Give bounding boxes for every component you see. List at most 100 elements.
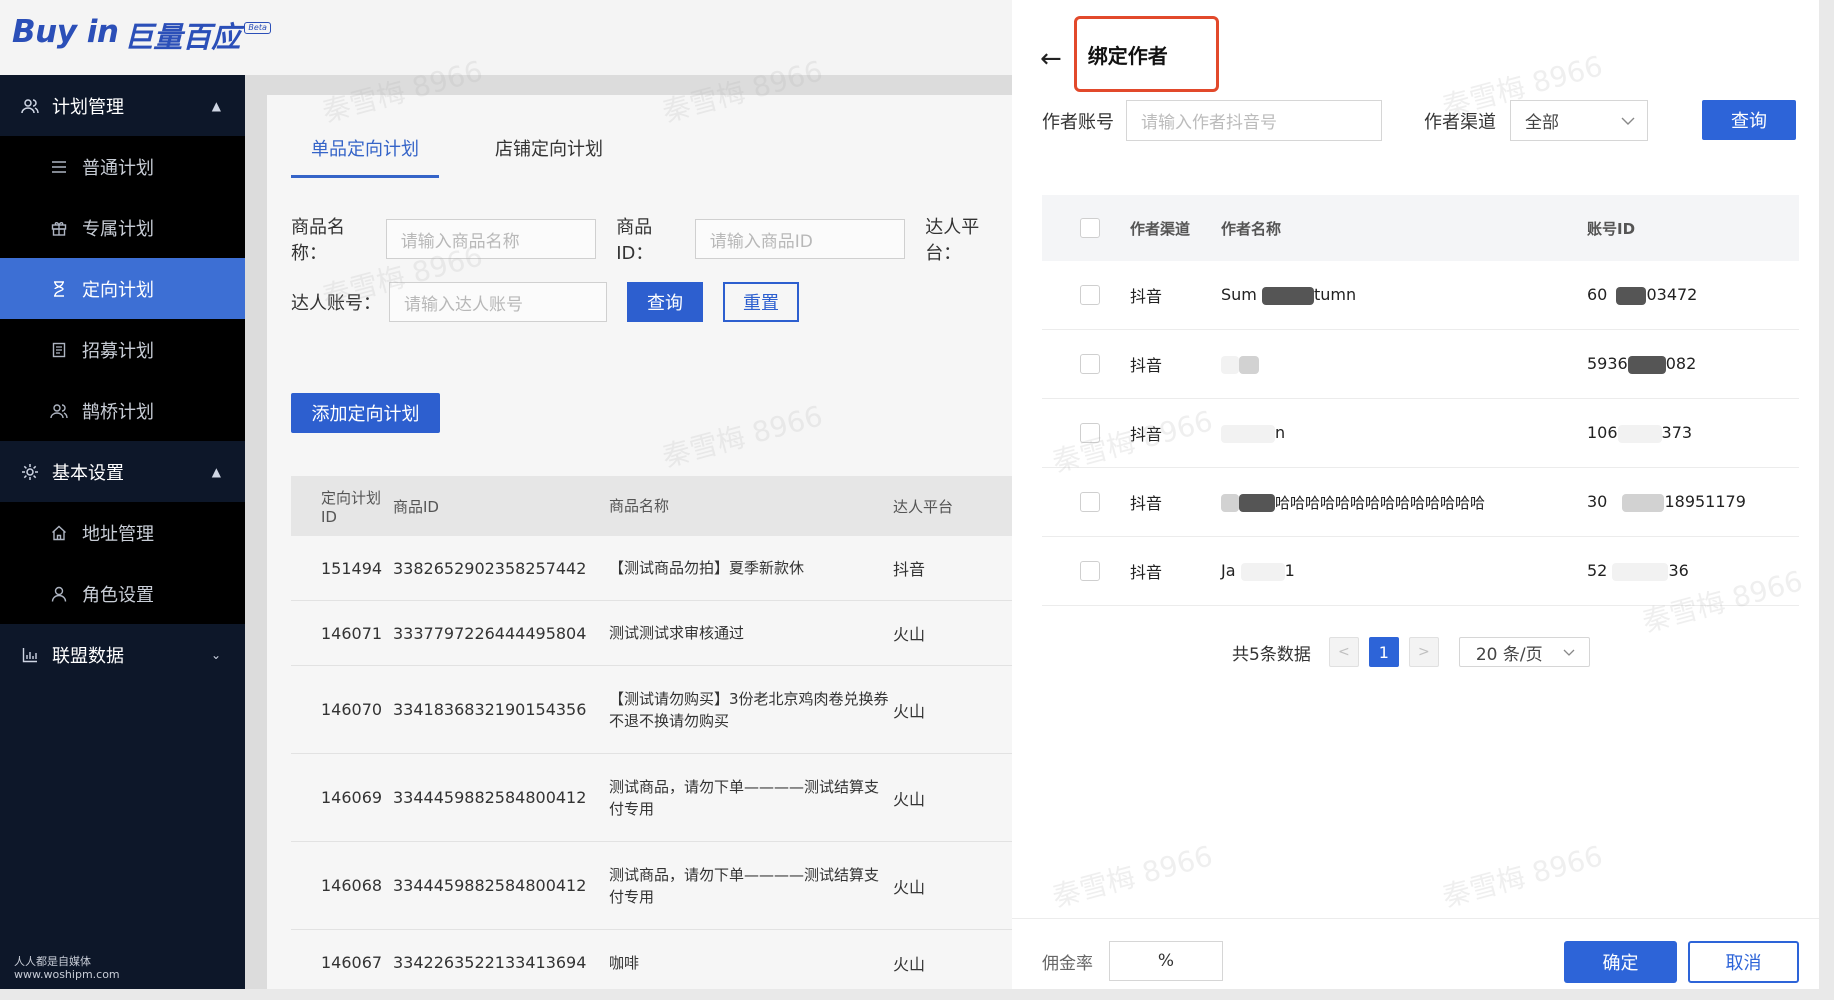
cell-author-name: 哈哈哈哈哈哈哈哈哈哈哈哈哈哈 <box>1221 492 1587 513</box>
table-row[interactable]: 146070 3341836832190154356 【测试请勿购买】3份老北京… <box>291 666 1012 754</box>
tab-store[interactable]: 店铺定向计划 <box>475 135 623 178</box>
sidebar: 计划管理 ▲ 普通计划 专属计划 定向计划 招募计划 鹊桥计划 基本设置 ▲ 地… <box>0 75 245 989</box>
author-query-button[interactable]: 查询 <box>1702 100 1796 140</box>
buyin-logo[interactable]: Buy in 巨量百应 Beta <box>12 14 271 56</box>
cell-product-id: 3382652902358257442 <box>393 558 587 578</box>
table-row[interactable]: 抖音 5936 082 <box>1042 330 1799 399</box>
commission-field: 佣金率 % <box>1042 941 1223 981</box>
select-all-checkbox[interactable] <box>1080 218 1100 238</box>
sidebar-item-bridge-plan[interactable]: 鹊桥计划 <box>0 380 245 441</box>
name-suffix: 哈哈哈哈哈哈哈哈哈哈哈哈哈哈 <box>1275 493 1486 512</box>
plan-table: 定向计划ID 商品ID 商品名称 达人平台 151494 33826529023… <box>291 476 1012 996</box>
product-name-label: 商品名称： <box>291 217 345 264</box>
author-account-input[interactable]: 请输入作者抖音号 <box>1126 100 1382 141</box>
redacted-blur <box>1617 424 1662 443</box>
hourglass-icon <box>50 280 68 298</box>
cell-account-id: 60 03472 <box>1587 285 1799 305</box>
cell-account-id: 106 373 <box>1587 423 1799 443</box>
redacted-blur <box>1239 494 1275 512</box>
logo-text-cn: 巨量百应 <box>124 20 241 54</box>
sidebar-item-label: 定向计划 <box>82 279 154 301</box>
sidebar-group-plan-management[interactable]: 计划管理 ▲ <box>0 75 245 136</box>
people-icon <box>20 96 40 116</box>
cell-channel: 抖音 <box>1130 356 1163 375</box>
tab-single-product[interactable]: 单品定向计划 <box>291 135 439 178</box>
table-row[interactable]: 抖音 Ja 1 52 36 <box>1042 537 1799 606</box>
cell-account-id: 52 36 <box>1587 561 1799 581</box>
sidebar-item-label: 地址管理 <box>82 523 154 545</box>
sidebar-item-targeted-plan[interactable]: 定向计划 <box>0 258 245 319</box>
plan-tabs: 单品定向计划 店铺定向计划 <box>291 135 659 178</box>
cell-plan-id: 146067 <box>321 953 383 972</box>
row-checkbox[interactable] <box>1080 354 1100 374</box>
sidebar-group-alliance-data[interactable]: 联盟数据 ⌄ <box>0 624 245 685</box>
product-id-input[interactable]: 请输入商品ID <box>694 219 906 259</box>
cell-platform: 火山 <box>893 877 926 897</box>
reset-button[interactable]: 重置 <box>723 282 799 322</box>
sidebar-item-roles[interactable]: 角色设置 <box>0 563 245 624</box>
next-page-button[interactable]: > <box>1408 637 1439 667</box>
sidebar-group-label: 基本设置 <box>52 462 124 484</box>
cell-product-name: 【测试请勿购买】3份老北京鸡肉卷兑换券 不退不换请勿购买 <box>609 689 889 730</box>
prev-page-button[interactable]: < <box>1328 637 1359 667</box>
drawer-header: ← 绑定作者 <box>1040 16 1219 92</box>
sidebar-item-normal-plan[interactable]: 普通计划 <box>0 136 245 197</box>
row-checkbox[interactable] <box>1080 423 1100 443</box>
row-checkbox-cell <box>1042 423 1130 443</box>
cell-platform: 火山 <box>893 625 926 644</box>
name-suffix: 1 <box>1284 561 1295 581</box>
row-checkbox[interactable] <box>1080 492 1100 512</box>
cell-author-name: n <box>1221 423 1587 443</box>
cell-platform: 火山 <box>893 701 926 721</box>
redacted-blur <box>1261 286 1314 305</box>
name-prefix: Sum <box>1221 285 1257 305</box>
row-checkbox[interactable] <box>1080 561 1100 581</box>
table-row[interactable]: 151494 3382652902358257442 【测试商品勿拍】夏季新款休… <box>291 536 1012 601</box>
confirm-button[interactable]: 确定 <box>1564 941 1677 983</box>
author-channel-select[interactable]: 全部 <box>1510 100 1648 141</box>
row-checkbox[interactable] <box>1080 285 1100 305</box>
sidebar-group-basic-settings[interactable]: 基本设置 ▲ <box>0 441 245 502</box>
cell-product-name: 咖啡 <box>609 953 640 972</box>
cell-platform: 火山 <box>893 954 926 974</box>
table-row[interactable]: 抖音 哈哈哈哈哈哈哈哈哈哈哈哈哈哈 30 18951179 <box>1042 468 1799 537</box>
cell-product-id: 3342263522133413694 <box>393 953 587 972</box>
page-size-select[interactable]: 20 条/页 <box>1458 637 1590 667</box>
redacted-blur <box>1239 355 1259 374</box>
sidebar-item-address[interactable]: 地址管理 <box>0 502 245 563</box>
redacted-blur <box>1627 355 1666 374</box>
id-suffix: 03472 <box>1646 285 1698 305</box>
cell-platform: 抖音 <box>893 560 926 579</box>
add-targeted-plan-button[interactable]: 添加定向计划 <box>291 393 440 433</box>
home-icon <box>50 524 68 542</box>
table-row[interactable]: 抖音 Sum tumn 60 03472 <box>1042 261 1799 330</box>
footer-line-1: 人人都是自媒体 <box>14 955 91 968</box>
commission-input[interactable]: % <box>1109 941 1223 981</box>
table-row[interactable]: 146067 3342263522133413694 咖啡 火山 <box>291 930 1012 996</box>
platform-label: 达人平台： <box>925 217 980 264</box>
beta-badge: Beta <box>244 22 271 34</box>
people-icon <box>50 402 68 420</box>
cancel-button[interactable]: 取消 <box>1688 941 1799 983</box>
table-row[interactable]: 抖音 n 106 373 <box>1042 399 1799 468</box>
sidebar-item-exclusive-plan[interactable]: 专属计划 <box>0 197 245 258</box>
table-row[interactable]: 146069 3344459882584800412 测试商品，请勿下单————… <box>291 754 1012 842</box>
query-button[interactable]: 查询 <box>627 282 703 322</box>
current-page-button[interactable]: 1 <box>1368 637 1399 667</box>
chevron-down-icon <box>1563 642 1575 662</box>
header-account-id: 账号ID <box>1587 219 1636 238</box>
gear-icon <box>20 462 40 482</box>
back-arrow-icon[interactable]: ← <box>1040 46 1062 72</box>
sidebar-item-recruit-plan[interactable]: 招募计划 <box>0 319 245 380</box>
cell-product-id: 3344459882584800412 <box>393 876 587 895</box>
table-row[interactable]: 146071 3337797226444495804 测试测试求审核通过 火山 <box>291 601 1012 666</box>
cell-product-name: 测试商品，请勿下单————测试结算支付专用 <box>609 865 880 906</box>
header-author-name: 作者名称 <box>1221 219 1282 238</box>
footer-line-2: www.woshipm.com <box>14 968 120 981</box>
table-row[interactable]: 146068 3344459882584800412 测试商品，请勿下单————… <box>291 842 1012 930</box>
name-suffix: n <box>1275 423 1286 443</box>
redacted-blur <box>1221 355 1239 374</box>
product-name-input[interactable]: 请输入商品名称 <box>385 219 597 259</box>
header-product-id: 商品ID <box>393 497 439 516</box>
account-input[interactable]: 请输入达人账号 <box>389 282 607 322</box>
